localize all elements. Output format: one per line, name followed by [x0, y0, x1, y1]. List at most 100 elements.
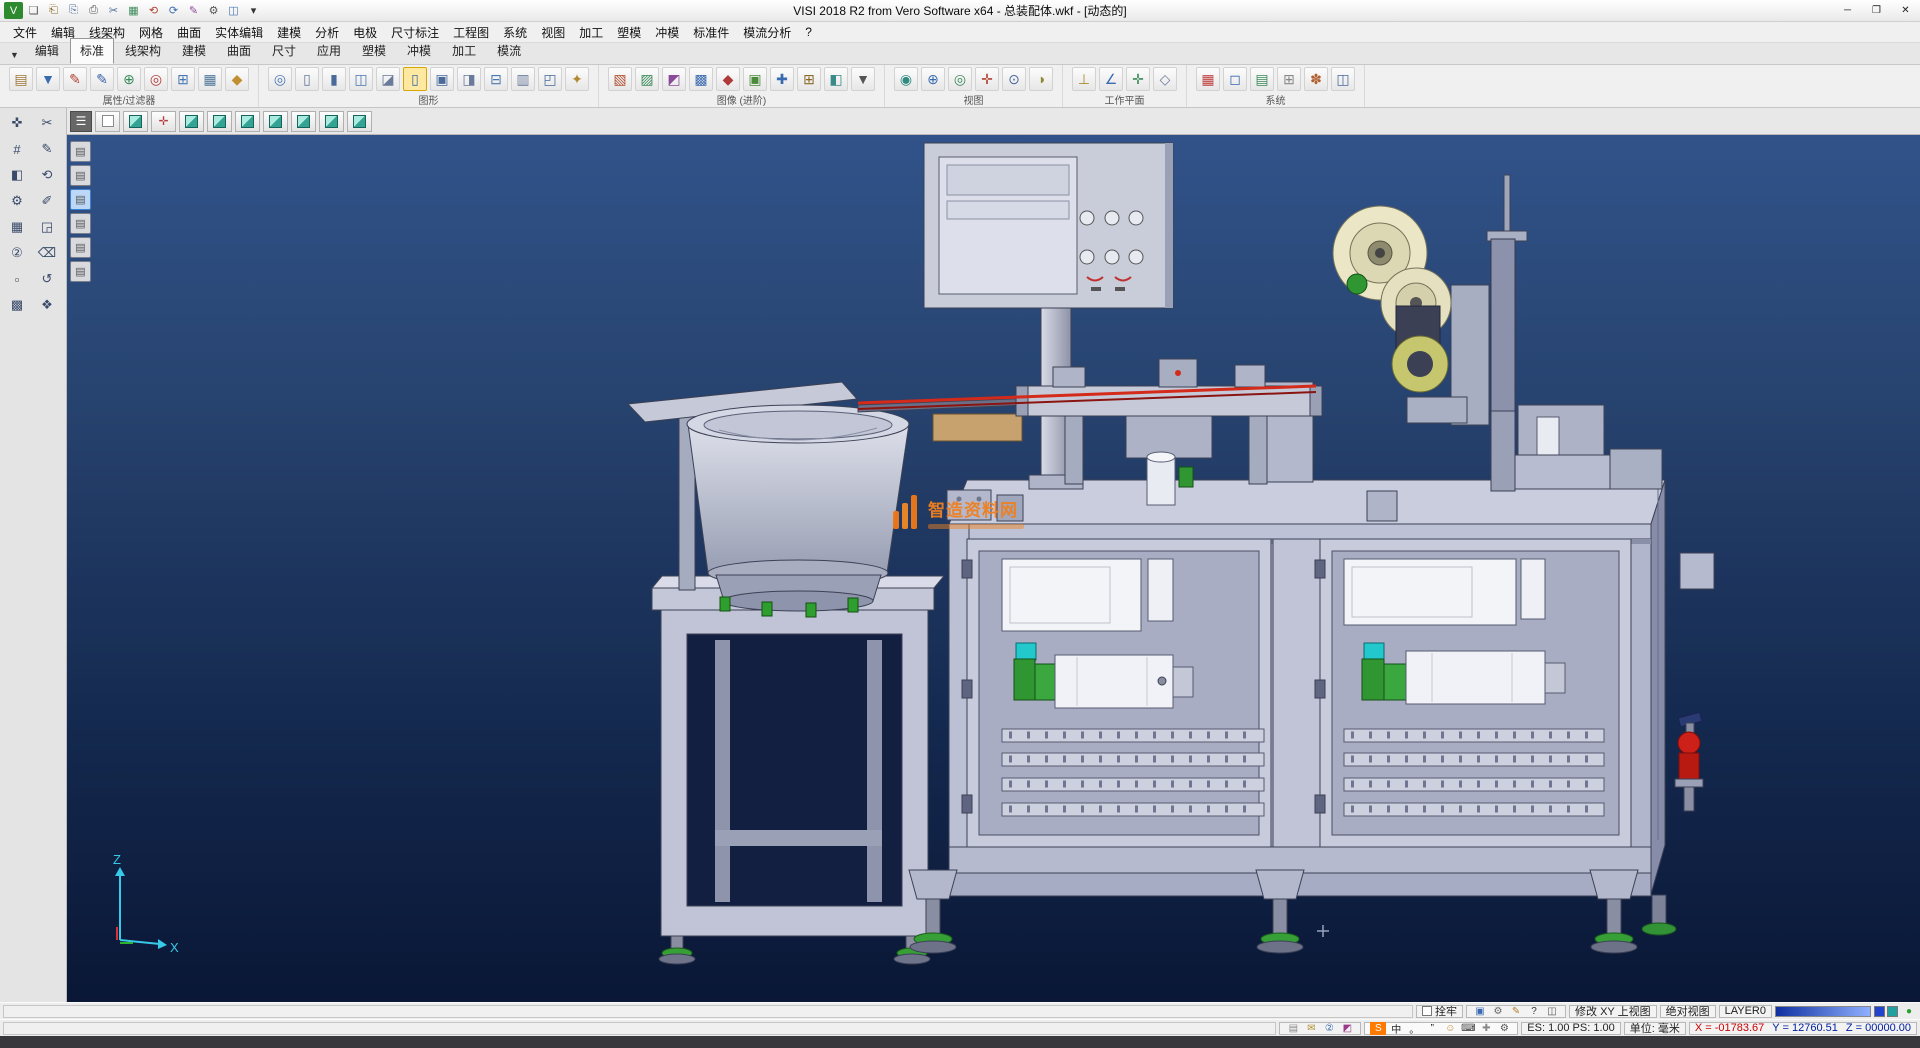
box-tool-icon[interactable]: ▫	[4, 267, 30, 291]
blank-view-button[interactable]	[95, 111, 120, 132]
status-settings-icon[interactable]: ⚙	[1490, 1005, 1506, 1018]
ribbon-icon[interactable]: ⊞	[1277, 67, 1301, 91]
ribbon-icon[interactable]: ✚	[770, 67, 794, 91]
status2-mail-icon[interactable]: ✉	[1303, 1022, 1319, 1035]
status-help-icon[interactable]: ?	[1526, 1005, 1542, 1018]
sogou-logo[interactable]: S	[1370, 1022, 1386, 1035]
menu-item-加工[interactable]: 加工	[572, 22, 610, 43]
left-cabinet-door[interactable]	[962, 539, 1271, 847]
viewport-tool-button[interactable]: ▤	[70, 165, 91, 186]
minimize-button[interactable]: ─	[1833, 1, 1862, 21]
ribbon-icon[interactable]: ✎	[63, 67, 87, 91]
ribbon-icon[interactable]: ▼	[851, 67, 875, 91]
iso-view-button[interactable]	[179, 111, 204, 132]
menu-item-模流分析[interactable]: 模流分析	[736, 22, 798, 43]
tab-塑模[interactable]: 塑模	[352, 38, 396, 64]
tab-标准[interactable]: 标准	[70, 38, 114, 64]
ribbon-icon[interactable]: ◫	[349, 67, 373, 91]
ribbon-icon[interactable]: ◆	[716, 67, 740, 91]
ime-emoji[interactable]: ☺	[1442, 1022, 1458, 1035]
ribbon-icon[interactable]: ⊕	[117, 67, 141, 91]
hatch-tool-icon[interactable]: ▩	[4, 293, 30, 317]
ribbon-icon[interactable]: ✎	[90, 67, 114, 91]
view-menu-button[interactable]: ☰	[70, 111, 92, 132]
settings-icon[interactable]: ⚙	[204, 2, 223, 19]
ribbon-icon[interactable]: ◆	[225, 67, 249, 91]
menu-item-标准件[interactable]: 标准件	[686, 22, 736, 43]
mesh-tool-icon[interactable]: ▦	[4, 215, 30, 239]
ribbon-icon[interactable]: ◎	[948, 67, 972, 91]
menu-item-冲模[interactable]: 冲模	[648, 22, 686, 43]
ribbon-icon[interactable]: ◪	[376, 67, 400, 91]
visi-logo[interactable]: V	[4, 2, 23, 19]
sketch-tool-icon[interactable]: ✎	[34, 137, 60, 161]
ribbon-icon[interactable]: ⊕	[921, 67, 945, 91]
tab-模流[interactable]: 模流	[487, 38, 531, 64]
tab-应用[interactable]: 应用	[307, 38, 351, 64]
ribbon-icon[interactable]: ◇	[1153, 67, 1177, 91]
iso-view-button[interactable]	[263, 111, 288, 132]
ribbon-icon[interactable]: ▤	[1250, 67, 1274, 91]
layer-color-bar[interactable]	[1775, 1006, 1871, 1017]
ime-lang-cn[interactable]: 中	[1388, 1022, 1404, 1035]
status2-palette-icon[interactable]: ◩	[1339, 1022, 1355, 1035]
ribbon-icon[interactable]: ◎	[144, 67, 168, 91]
ribbon-icon[interactable]: ◨	[457, 67, 481, 91]
pen-tool-icon[interactable]: ✐	[34, 189, 60, 213]
snap-tool-icon[interactable]: ❖	[34, 293, 60, 317]
ribbon-icon[interactable]: ◩	[662, 67, 686, 91]
ime-settings[interactable]: ⚙	[1496, 1022, 1512, 1035]
rotate-ccw-icon[interactable]: ⟲	[34, 163, 60, 187]
undo-view-icon[interactable]: ↺	[34, 267, 60, 291]
iso-view-button[interactable]	[235, 111, 260, 132]
ribbon-icon[interactable]: ◰	[538, 67, 562, 91]
ribbon-icon[interactable]: ⊞	[171, 67, 195, 91]
edit-icon[interactable]: ✎	[184, 2, 203, 19]
undo-icon[interactable]: ⟲	[144, 2, 163, 19]
menu-item-?[interactable]: ?	[798, 23, 819, 41]
ribbon-icon[interactable]: ✛	[1126, 67, 1150, 91]
ribbon-icon[interactable]: ▦	[198, 67, 222, 91]
new-file-icon[interactable]: ❏	[24, 2, 43, 19]
ribbon-icon[interactable]: ◑	[1029, 67, 1053, 91]
cut-icon[interactable]: ✂	[104, 2, 123, 19]
ribbon-icon[interactable]: ◫	[1331, 67, 1355, 91]
redo-icon[interactable]: ⟳	[164, 2, 183, 19]
settings-tool-icon[interactable]: ⚙	[4, 189, 30, 213]
status2-two-icon[interactable]: ②	[1321, 1022, 1337, 1035]
iso-view-button[interactable]	[207, 111, 232, 132]
control-monitor[interactable]	[924, 143, 1173, 308]
tape-reel-unit[interactable]	[1333, 175, 1527, 491]
axes-view-button[interactable]: ✛	[151, 111, 176, 132]
delete-tool-icon[interactable]: ⌫	[34, 241, 60, 265]
status-display-icon[interactable]: ▣	[1472, 1005, 1488, 1018]
two-views-icon[interactable]: ②	[4, 241, 30, 265]
corner-tool-icon[interactable]: ◲	[34, 215, 60, 239]
iso-view-button[interactable]	[347, 111, 372, 132]
ribbon-icon[interactable]: ✦	[565, 67, 589, 91]
ime-punct[interactable]: 。	[1406, 1022, 1422, 1035]
tab-加工[interactable]: 加工	[442, 38, 486, 64]
ribbon-icon[interactable]: ▩	[689, 67, 713, 91]
ime-more[interactable]: ✚	[1478, 1022, 1494, 1035]
ribbon-icon[interactable]: ▯	[403, 67, 427, 91]
layer-selector[interactable]: LAYER0	[1719, 1005, 1772, 1018]
snap-lock-checkbox[interactable]	[1422, 1006, 1432, 1016]
ribbon-icon[interactable]: ▣	[430, 67, 454, 91]
viewport-tool-button[interactable]: ▤	[70, 213, 91, 234]
grid-tool-icon[interactable]: #	[4, 137, 30, 161]
ribbon-icon[interactable]: ◧	[824, 67, 848, 91]
ribbon-icon[interactable]: ▯	[295, 67, 319, 91]
viewport-tool-button[interactable]: ▤	[70, 141, 91, 162]
status-window-icon[interactable]: ◫	[1544, 1005, 1560, 1018]
ribbon-icon[interactable]: ▥	[511, 67, 535, 91]
status-edit-icon[interactable]: ✎	[1508, 1005, 1524, 1018]
ribbon-icon[interactable]: ✛	[975, 67, 999, 91]
color-swatch[interactable]	[1874, 1006, 1885, 1017]
snap-lock-toggle[interactable]: 拴牢	[1416, 1005, 1463, 1018]
iso-view-button[interactable]	[319, 111, 344, 132]
ribbon-icon[interactable]: ⊞	[797, 67, 821, 91]
tab-建模[interactable]: 建模	[172, 38, 216, 64]
ribbon-icon[interactable]: ▨	[635, 67, 659, 91]
ribbon-icon[interactable]: ◻	[1223, 67, 1247, 91]
